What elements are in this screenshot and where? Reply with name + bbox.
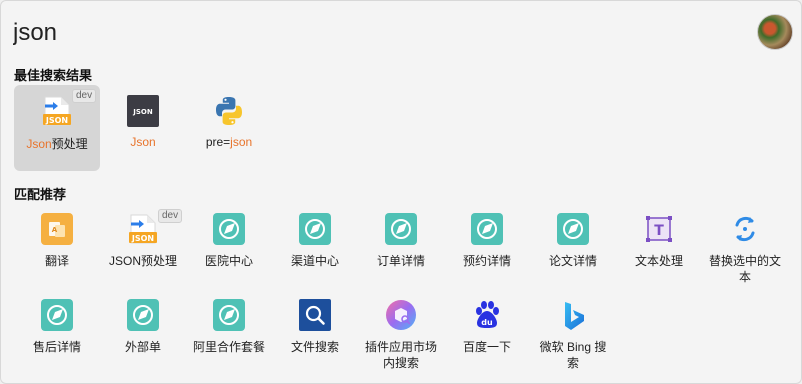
match-item-label: 文本处理 xyxy=(634,254,683,268)
svg-text:du: du xyxy=(481,318,493,327)
svg-text:JSON: JSON xyxy=(131,234,154,243)
compass-globe-icon xyxy=(557,213,589,245)
best-result-label: Json预处理 xyxy=(26,137,88,151)
match-item-order-detail[interactable]: 订单详情 xyxy=(358,209,444,295)
match-item-ali-package[interactable]: 阿里合作套餐 xyxy=(186,295,272,381)
search-row xyxy=(13,11,793,55)
best-result-pre-json[interactable]: pre=json xyxy=(186,85,272,171)
svg-text:A: A xyxy=(52,226,58,234)
match-item-paper-detail[interactable]: 论文详情 xyxy=(530,209,616,295)
compass-globe-icon xyxy=(127,299,159,331)
match-item-label: 外部单 xyxy=(124,340,161,354)
match-item-label: 论文详情 xyxy=(548,254,597,268)
baidu-paw-icon: du xyxy=(471,299,503,331)
match-item-booking-detail[interactable]: 预约详情 xyxy=(444,209,530,295)
plugin-market-search-icon xyxy=(385,299,417,331)
match-item-label: 预约详情 xyxy=(462,254,511,268)
compass-globe-icon xyxy=(299,213,331,245)
match-item-channel-center[interactable]: 渠道中心 xyxy=(272,209,358,295)
match-item-replace-selected-text[interactable]: 替换选中的文本 xyxy=(702,209,788,295)
match-item-label: 售后详情 xyxy=(32,340,81,354)
match-item-text-process[interactable]: T 文本处理 xyxy=(616,209,702,295)
compass-globe-icon xyxy=(213,299,245,331)
match-item-label: 百度一下 xyxy=(462,340,511,354)
match-item-baidu[interactable]: du 百度一下 xyxy=(444,295,530,381)
avatar[interactable] xyxy=(757,14,793,50)
svg-text:JSON: JSON xyxy=(132,108,153,116)
best-result-label: pre=json xyxy=(205,135,253,149)
json-file-arrow-icon: JSON xyxy=(127,213,159,245)
best-results-title: 最佳搜索结果 xyxy=(14,68,93,83)
best-result-json[interactable]: JSON Json xyxy=(100,85,186,171)
python-icon xyxy=(213,95,245,127)
refresh-q-icon xyxy=(729,213,761,245)
bing-icon xyxy=(557,299,589,331)
dev-badge: dev xyxy=(158,209,183,223)
match-item-label: 插件应用市场内搜索 xyxy=(364,340,437,370)
compass-globe-icon xyxy=(41,299,73,331)
match-item-label: 替换选中的文本 xyxy=(708,254,781,284)
json-dark-tile-icon: JSON xyxy=(127,95,159,127)
match-item-label: 文件搜索 xyxy=(290,340,339,354)
match-item-json-preprocess[interactable]: JSON dev JSON预处理 xyxy=(100,209,186,295)
match-item-plugin-market-search[interactable]: 插件应用市场内搜索 xyxy=(358,295,444,381)
match-item-label: 医院中心 xyxy=(204,254,253,268)
match-item-file-search[interactable]: 文件搜索 xyxy=(272,295,358,381)
compass-globe-icon xyxy=(213,213,245,245)
match-item-label: 翻译 xyxy=(44,254,69,268)
match-item-aftersale-detail[interactable]: 售后详情 xyxy=(14,295,100,381)
match-item-label: 阿里合作套餐 xyxy=(192,340,265,354)
match-item-hospital-center[interactable]: 医院中心 xyxy=(186,209,272,295)
best-result-label: Json xyxy=(130,135,156,149)
translate-icon: A xyxy=(41,213,73,245)
match-item-label: 微软 Bing 搜索 xyxy=(539,340,607,370)
launcher-window: 最佳搜索结果 JSON dev Json预处理 J xyxy=(0,0,802,384)
match-item-label: 渠道中心 xyxy=(290,254,339,268)
match-item-translate[interactable]: A 翻译 xyxy=(14,209,100,295)
match-item-bing[interactable]: 微软 Bing 搜索 xyxy=(530,295,616,381)
dev-badge: dev xyxy=(72,89,97,103)
search-input[interactable] xyxy=(13,15,713,51)
svg-text:T: T xyxy=(654,223,664,239)
match-item-label: JSON预处理 xyxy=(108,254,177,268)
svg-text:JSON: JSON xyxy=(45,116,68,125)
text-t-icon: T xyxy=(643,213,675,245)
match-item-external-order[interactable]: 外部单 xyxy=(100,295,186,381)
match-recommend-title: 匹配推荐 xyxy=(14,187,67,202)
match-item-label: 订单详情 xyxy=(376,254,425,268)
best-result-json-preprocess[interactable]: JSON dev Json预处理 xyxy=(14,85,100,171)
file-search-icon xyxy=(299,299,331,331)
compass-globe-icon xyxy=(385,213,417,245)
json-file-arrow-icon: JSON xyxy=(41,95,73,127)
compass-globe-icon xyxy=(471,213,503,245)
